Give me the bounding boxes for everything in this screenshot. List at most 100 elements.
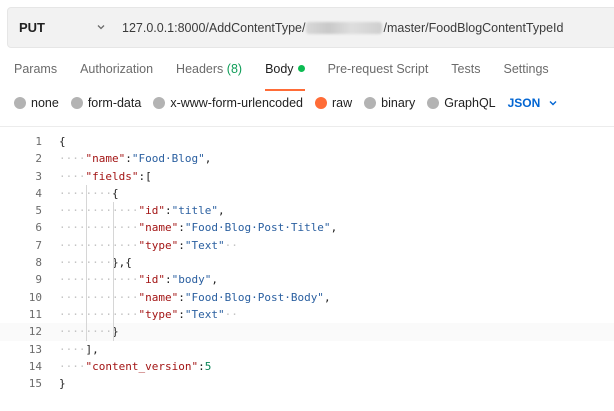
format-label: JSON (507, 96, 541, 110)
format-dropdown[interactable]: JSON (508, 96, 559, 110)
json-string: "Text" (184, 307, 225, 321)
tab-label: Body (265, 62, 294, 76)
json-punctuation: : (198, 359, 205, 373)
tab-headers[interactable]: Headers (8) (176, 62, 242, 84)
radio-graphql[interactable]: GraphQL (427, 96, 496, 110)
tab-pre-request-script[interactable]: Pre-request Script (328, 62, 429, 84)
code-line[interactable]: 14 ····"content_version":5 (0, 358, 614, 375)
radio-raw[interactable]: raw (315, 96, 352, 110)
radio-label: x-www-form-urlencoded (170, 96, 303, 110)
json-punctuation: , (330, 221, 338, 235)
code-text: } (59, 375, 66, 392)
code-line[interactable]: 4 ········{ (0, 185, 614, 202)
radio-form-data[interactable]: form-data (70, 96, 142, 110)
json-string: "Text" (184, 238, 225, 252)
code-line[interactable]: 9 ············"id":"body", (0, 271, 614, 288)
indent-whitespace: ···· (59, 152, 86, 166)
code-line[interactable]: 11 ············"type":"Text"·· (0, 306, 614, 323)
code-text: ········{ (59, 185, 119, 202)
json-punctuation: :[ (138, 169, 152, 183)
indent-whitespace: ············ (59, 238, 139, 252)
json-punctuation: },{ (111, 256, 132, 270)
body-active-dot-icon (297, 65, 305, 72)
tab-label: Tests (451, 62, 481, 76)
json-key: "name" (138, 221, 179, 235)
json-number: 5 (204, 359, 212, 373)
code-line[interactable]: 7 ············"type":"Text"·· (0, 237, 614, 254)
line-number: 11 (28, 307, 42, 321)
redacted-url-segment (306, 21, 383, 34)
json-key: "id" (138, 273, 165, 287)
json-string: "Food·Blog·Post·Title" (184, 221, 331, 235)
json-punctuation: } (59, 377, 66, 391)
json-key: "id" (138, 204, 165, 218)
code-line[interactable]: 8 ········},{ (0, 254, 614, 271)
tab-body[interactable]: Body (265, 62, 305, 91)
request-url-bar: PUT 127.0.0.1:8000/AddContentType/ /mast… (7, 7, 614, 48)
tab-authorization[interactable]: Authorization (80, 62, 153, 84)
json-punctuation: : (125, 152, 132, 166)
json-punctuation: : (178, 221, 185, 235)
radio-x-www-form-urlencoded[interactable]: x-www-form-urlencoded (153, 96, 303, 110)
line-number: 14 (28, 359, 42, 373)
code-text: ········},{ (59, 254, 132, 271)
code-line[interactable]: 13 ····], (0, 341, 614, 358)
http-method-select[interactable]: PUT (8, 8, 122, 47)
json-punctuation: , (204, 152, 212, 166)
code-line[interactable]: 15} (0, 375, 614, 392)
indent-whitespace: ············ (59, 204, 139, 218)
tab-label: Pre-request Script (327, 62, 429, 76)
radio-none[interactable]: none (14, 96, 59, 110)
json-string: "title" (171, 204, 218, 218)
tab-params[interactable]: Params (14, 62, 57, 84)
code-line[interactable]: 6 ············"name":"Food·Blog·Post·Titl… (0, 219, 614, 236)
url-input[interactable]: 127.0.0.1:8000/AddContentType/ /master/F… (122, 21, 563, 35)
json-punctuation: { (111, 186, 119, 200)
tab-tests[interactable]: Tests (451, 62, 480, 84)
indent-guide (86, 184, 87, 341)
line-number: 10 (28, 290, 42, 304)
radio-label: binary (381, 96, 416, 110)
code-text: ····"name":"Food·Blog", (59, 150, 211, 167)
json-punctuation: : (178, 307, 185, 321)
line-number: 6 (35, 221, 42, 235)
code-line[interactable]: 2 ····"name":"Food·Blog", (0, 150, 614, 167)
headers-count: (8) (226, 62, 243, 76)
line-number: 8 (35, 256, 42, 270)
code-text: ····"fields":[ (59, 168, 152, 185)
code-line[interactable]: 1{ (0, 133, 614, 150)
code-text: ····], (59, 341, 99, 358)
code-text: ····"content_version":5 (59, 358, 211, 375)
radio-label: GraphQL (444, 96, 496, 110)
code-text: ············"id":"title", (59, 202, 225, 219)
request-tabs: Params Authorization Headers (8) Body Pr… (14, 62, 572, 91)
json-string: "Food·Blog" (131, 152, 205, 166)
code-line[interactable]: 3 ····"fields":[ (0, 168, 614, 185)
radio-label: none (31, 96, 59, 110)
code-line[interactable]: 5 ············"id":"title", (0, 202, 614, 219)
radio-label: form-data (87, 96, 142, 110)
json-punctuation: : (164, 204, 172, 218)
radio-binary[interactable]: binary (364, 96, 415, 110)
radio-circle-icon (153, 97, 166, 109)
url-prefix: 127.0.0.1:8000/AddContentType/ (122, 20, 306, 35)
chevron-down-icon (97, 25, 105, 30)
http-method-label: PUT (19, 20, 45, 35)
code-editor[interactable]: 1{2 ····"name":"Food·Blog", 3 ····"fields":… (0, 133, 614, 392)
json-key: "content_version" (85, 359, 199, 373)
code-line[interactable]: 10 ············"name":"Food·Blog·Post·Bod… (0, 289, 614, 306)
tab-label: Params (14, 62, 58, 76)
json-key: "type" (138, 238, 179, 252)
line-number: 13 (28, 342, 42, 356)
indent-whitespace: ············ (59, 221, 139, 235)
code-text: ········} (59, 323, 119, 340)
url-suffix: /master/FoodBlogContentTypeId (383, 20, 564, 35)
tab-settings[interactable]: Settings (503, 62, 548, 84)
json-key: "fields" (85, 169, 139, 183)
code-text: ············"id":"body", (59, 271, 218, 288)
json-string: "Food·Blog·Post·Body" (184, 290, 324, 304)
body-type-options: none form-data x-www-form-urlencoded raw… (14, 96, 558, 110)
radio-circle-icon (70, 97, 83, 109)
code-line[interactable]: 12 ········} (0, 323, 614, 341)
tab-label: Authorization (80, 62, 154, 76)
